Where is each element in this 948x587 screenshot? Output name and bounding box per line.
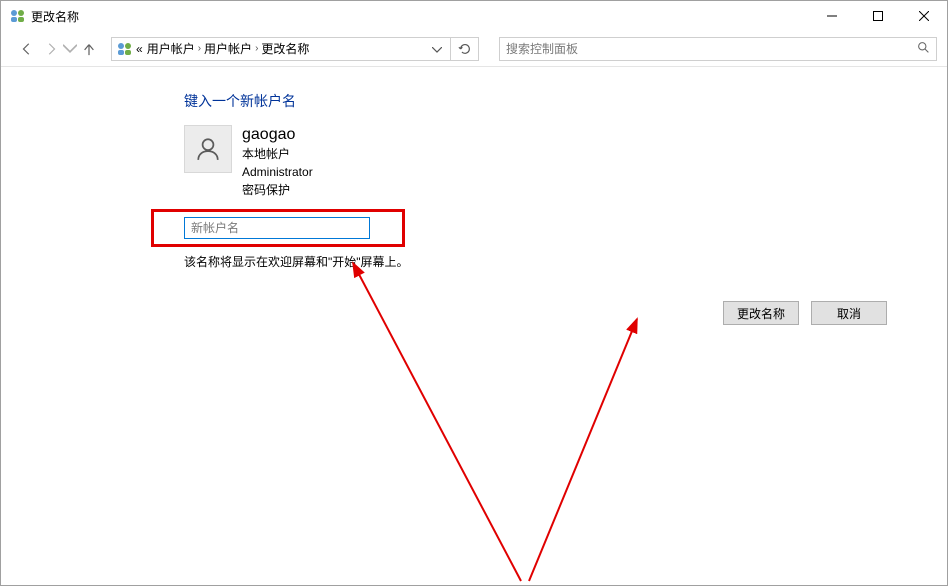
address-bar[interactable]: « 用户帐户 › 用户帐户 › 更改名称 — [111, 37, 451, 61]
avatar — [184, 125, 232, 173]
titlebar: 更改名称 — [1, 1, 947, 31]
address-dropdown-icon[interactable] — [428, 42, 446, 56]
annotation-highlight — [151, 209, 405, 247]
page-heading: 键入一个新帐户名 — [184, 91, 947, 111]
breadcrumb-2[interactable]: 用户帐户 — [204, 40, 252, 57]
refresh-button[interactable] — [451, 37, 479, 61]
change-name-button[interactable]: 更改名称 — [723, 301, 799, 325]
address-icon — [116, 41, 132, 57]
forward-button[interactable] — [39, 37, 63, 61]
up-button[interactable] — [77, 37, 101, 61]
account-role: Administrator — [242, 163, 313, 181]
user-info: gaogao 本地帐户 Administrator 密码保护 — [184, 125, 947, 199]
breadcrumb-sep: › — [255, 43, 258, 54]
breadcrumb-root[interactable]: « — [136, 42, 143, 56]
breadcrumb-1[interactable]: 用户帐户 — [147, 40, 195, 57]
search-input[interactable] — [506, 42, 930, 56]
close-button[interactable] — [901, 1, 947, 31]
window-title: 更改名称 — [31, 8, 79, 25]
account-type: 本地帐户 — [242, 145, 313, 163]
maximize-button[interactable] — [855, 1, 901, 31]
breadcrumb-3[interactable]: 更改名称 — [261, 40, 309, 57]
back-button[interactable] — [15, 37, 39, 61]
cancel-button[interactable]: 取消 — [811, 301, 887, 325]
app-icon — [9, 8, 25, 24]
search-box[interactable] — [499, 37, 937, 61]
search-icon — [917, 41, 930, 57]
recent-dropdown[interactable] — [63, 37, 77, 61]
input-hint: 该名称将显示在欢迎屏幕和"开始"屏幕上。 — [184, 253, 947, 270]
new-account-name-input[interactable] — [184, 217, 370, 239]
account-display-name: gaogao — [242, 125, 313, 145]
breadcrumb-sep: › — [198, 43, 201, 54]
account-protection: 密码保护 — [242, 181, 313, 199]
navigation-bar: « 用户帐户 › 用户帐户 › 更改名称 — [1, 31, 947, 67]
minimize-button[interactable] — [809, 1, 855, 31]
